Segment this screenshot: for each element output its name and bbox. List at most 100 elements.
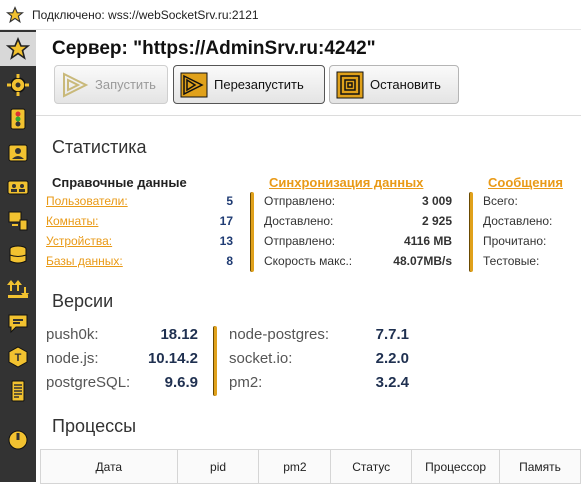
sidebar-item-power[interactable] <box>0 422 36 456</box>
list-item: Отправлено: 4116 MB <box>264 234 452 250</box>
users-count: 5 <box>226 194 233 208</box>
devices-link[interactable]: Устройства: <box>46 234 112 250</box>
versions-title: Версии <box>52 291 114 311</box>
gear-icon <box>7 74 29 96</box>
toolbar-divider <box>36 115 581 116</box>
main-panel: Сервер: "https://AdminSrv.ru:4242" Запус… <box>36 30 581 484</box>
list-item: Устройства: 13 <box>46 234 233 250</box>
messages-test-label: Тестовые: <box>483 254 540 268</box>
databases-link[interactable]: Базы данных: <box>46 254 123 270</box>
version-label: node.js: <box>46 350 99 367</box>
window-title: Подключено: wss://webSocketSrv.ru:2121 <box>32 7 259 22</box>
version-value: 2.2.0 <box>375 350 409 367</box>
column-divider <box>469 192 473 272</box>
list-item: pm2: 3.2.4 <box>229 374 409 394</box>
list-item: push0k: 18.12 <box>46 326 198 346</box>
devices-count: 13 <box>219 234 233 248</box>
processes-table: Дата pid pm2 Статус Процессор Память <box>40 449 581 484</box>
sidebar-item-server[interactable] <box>0 32 36 66</box>
sidebar-item-templates[interactable]: T <box>0 340 36 374</box>
messages-total-label: Всего: <box>483 194 518 208</box>
messages-read-label: Прочитано: <box>483 234 547 248</box>
sidebar-item-databases[interactable] <box>0 238 36 272</box>
group-icon <box>7 180 29 195</box>
start-button[interactable]: Запустить <box>54 65 168 104</box>
version-label: socket.io: <box>229 350 293 367</box>
start-button-label: Запустить <box>95 77 156 92</box>
col-header-pm2[interactable]: pm2 <box>258 449 332 484</box>
user-card-icon <box>8 144 28 162</box>
sync-speed-value: 48.07MB/s <box>393 254 452 268</box>
list-item: Всего: <box>483 194 578 210</box>
list-item: Доставлено: 2 925 <box>264 214 452 230</box>
window-titlebar: Подключено: wss://webSocketSrv.ru:2121 <box>0 0 581 30</box>
sidebar: T <box>0 30 36 482</box>
svg-text:T: T <box>15 352 22 364</box>
col-header-date[interactable]: Дата <box>40 449 178 484</box>
col-header-cpu[interactable]: Процессор <box>411 449 501 484</box>
list-item: Тестовые: <box>483 254 578 270</box>
rooms-count: 17 <box>219 214 233 228</box>
sidebar-item-rooms[interactable] <box>0 170 36 204</box>
database-icon <box>9 245 27 264</box>
stop-button[interactable]: Остановить <box>329 65 459 104</box>
list-item: Комнаты: 17 <box>46 214 233 230</box>
list-item: Отправлено: 3 009 <box>264 194 452 210</box>
sync-delivered-label: Доставлено: <box>264 214 334 228</box>
version-value: 18.12 <box>160 326 198 343</box>
users-link[interactable]: Пользователи: <box>46 194 128 210</box>
sync-sent-size-label: Отправлено: <box>264 234 336 248</box>
restart-button[interactable]: Перезапустить <box>173 65 325 104</box>
chat-icon <box>8 314 28 334</box>
restart-icon <box>180 72 208 97</box>
column-divider <box>213 326 217 396</box>
list-item: Доставлено: <box>483 214 578 230</box>
databases-count: 8 <box>226 254 233 268</box>
messages-delivered-label: Доставлено: <box>483 214 553 228</box>
template-icon: T <box>8 346 28 368</box>
stop-button-label: Остановить <box>370 77 441 92</box>
col-header-status[interactable]: Статус <box>330 449 413 484</box>
sidebar-item-sync[interactable] <box>0 272 36 306</box>
log-icon <box>11 380 25 402</box>
messages-heading-link[interactable]: Сообщения <box>488 175 563 190</box>
sync-heading-link[interactable]: Синхронизация данных <box>269 175 423 190</box>
version-value: 3.2.4 <box>375 374 409 391</box>
list-item: Базы данных: 8 <box>46 254 233 270</box>
sync-sent-label: Отправлено: <box>264 194 336 208</box>
sync-sent-size-value: 4116 MB <box>403 234 452 248</box>
version-label: postgreSQL: <box>46 374 131 391</box>
list-item: Скорость макс.: 48.07MB/s <box>264 254 452 270</box>
version-value: 10.14.2 <box>147 350 198 367</box>
version-value: 7.7.1 <box>375 326 409 343</box>
sidebar-item-devices[interactable] <box>0 204 36 238</box>
version-label: push0k: <box>46 326 99 343</box>
devices-icon <box>8 211 28 231</box>
sidebar-item-messages[interactable] <box>0 306 36 340</box>
rooms-link[interactable]: Комнаты: <box>46 214 98 230</box>
sidebar-item-status[interactable] <box>0 102 36 136</box>
list-item: Пользователи: 5 <box>46 194 233 210</box>
power-icon <box>8 430 28 450</box>
sidebar-item-settings[interactable] <box>0 68 36 102</box>
sync-sent-value: 3 009 <box>421 194 452 208</box>
sync-speed-label: Скорость макс.: <box>264 254 353 268</box>
traffic-light-icon <box>10 108 26 130</box>
sidebar-item-logs[interactable] <box>0 374 36 408</box>
sync-arrows-icon <box>7 280 29 298</box>
version-label: node-postgres: <box>229 326 330 343</box>
column-divider <box>250 192 254 272</box>
page-title: Сервер: "https://AdminSrv.ru:4242" <box>52 38 376 59</box>
col-header-memory[interactable]: Память <box>499 449 581 484</box>
sync-delivered-value: 2 925 <box>421 214 452 228</box>
reference-heading: Справочные данные <box>52 175 187 190</box>
table-header-row: Дата pid pm2 Статус Процессор Память <box>40 449 581 484</box>
stop-icon <box>336 71 364 98</box>
list-item: Прочитано: <box>483 234 578 250</box>
version-label: pm2: <box>229 374 263 391</box>
list-item: node.js: 10.14.2 <box>46 350 198 370</box>
restart-button-label: Перезапустить <box>214 77 304 92</box>
sidebar-item-users[interactable] <box>0 136 36 170</box>
col-header-pid[interactable]: pid <box>176 449 260 484</box>
list-item: socket.io: 2.2.0 <box>229 350 409 370</box>
